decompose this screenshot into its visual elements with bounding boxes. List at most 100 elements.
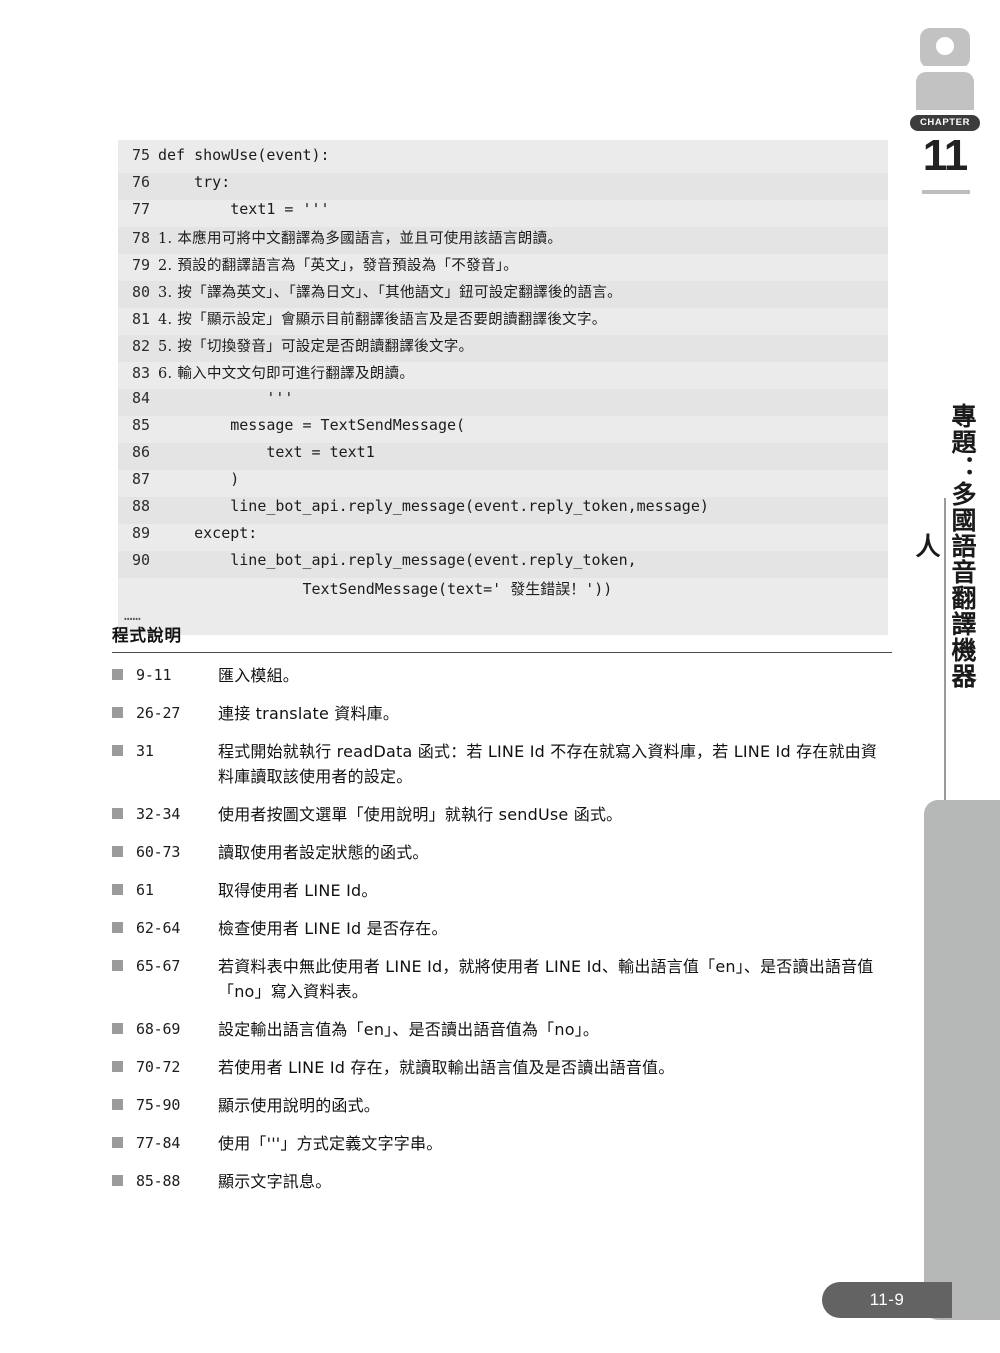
explanation-description: 連接 translate 資料庫。 <box>218 704 400 723</box>
code-line: 76 try: <box>118 173 888 200</box>
code-line-number: 80 <box>131 283 150 301</box>
code-line-number: 90 <box>131 551 150 569</box>
code-line: TextSendMessage(text=' 發生錯誤！')) <box>118 578 888 605</box>
code-line: 75 def showUse(event): <box>118 146 888 173</box>
code-line-text: except: <box>158 524 258 542</box>
explanation-description: 顯示文字訊息。 <box>218 1172 332 1191</box>
code-line-text: message = TextSendMessage( <box>158 416 466 434</box>
explanation-item: 65-67 若資料表中無此使用者 LINE Id，就將使用者 LINE Id、輸出… <box>112 954 892 1004</box>
code-line: 86 text = text1 <box>118 443 888 470</box>
explanation-line-range: 68-69 <box>136 1020 181 1038</box>
square-bullet-icon <box>112 669 123 680</box>
explanation-item: 26-27 連接 translate 資料庫。 <box>112 701 892 726</box>
square-bullet-icon <box>112 846 123 857</box>
code-line-number: 84 <box>131 389 150 407</box>
square-bullet-icon <box>112 745 123 756</box>
explanation-line-range: 9-11 <box>136 666 172 684</box>
code-line: 80 3. 按「譯為英文」、「譯為日文」、「其他語文」鈕可設定翻譯後的語言。 <box>118 281 888 308</box>
code-line-text: try: <box>158 173 231 191</box>
code-line-number: 79 <box>131 256 150 274</box>
explanation-description: 設定輸出語言值為「en」、是否讀出語音值為「no」。 <box>218 1020 600 1039</box>
explanation-item: 9-11 匯入模組。 <box>112 663 892 688</box>
code-line: 79 2. 預設的翻譯語言為「英文」，發音預設為「不發音」。 <box>118 254 888 281</box>
explanation-line-range: 65-67 <box>136 957 181 975</box>
square-bullet-icon <box>112 1099 123 1110</box>
code-line: 90 line_bot_api.reply_message(event.repl… <box>118 551 888 578</box>
explanation-line-range: 70-72 <box>136 1058 181 1076</box>
page-tab-holder: 11-9 <box>822 0 1000 1353</box>
page-number-tab: 11-9 <box>822 1282 952 1318</box>
code-line: 88 line_bot_api.reply_message(event.repl… <box>118 497 888 524</box>
square-bullet-icon <box>112 808 123 819</box>
square-bullet-icon <box>112 922 123 933</box>
square-bullet-icon <box>112 960 123 971</box>
code-line-text: 2. 預設的翻譯語言為「英文」，發音預設為「不發音」。 <box>158 258 519 274</box>
code-line: 78 1. 本應用可將中文翻譯為多國語言，並且可使用該語言朗讀。 <box>118 227 888 254</box>
explanation-description: 取得使用者 LINE Id。 <box>218 881 378 900</box>
code-line: 83 6. 輸入中文文句即可進行翻譯及朗讀。 <box>118 362 888 389</box>
code-line: 77 text1 = ''' <box>118 200 888 227</box>
explanation-description: 若使用者 LINE Id 存在，就讀取輸出語言值及是否讀出語音值。 <box>218 1058 675 1077</box>
explanation-line-range: 31 <box>136 742 154 760</box>
code-line-text: 4. 按「顯示設定」會顯示目前翻譯後語言及是否要朗讀翻譯後文字。 <box>158 312 607 328</box>
explanation-line-range: 26-27 <box>136 704 181 722</box>
code-line-number: 85 <box>131 416 150 434</box>
square-bullet-icon <box>112 1061 123 1072</box>
explanation-item: 68-69 設定輸出語言值為「en」、是否讀出語音值為「no」。 <box>112 1017 892 1042</box>
code-line-text: text = text1 <box>158 443 375 461</box>
code-line: 81 4. 按「顯示設定」會顯示目前翻譯後語言及是否要朗讀翻譯後文字。 <box>118 308 888 335</box>
code-line-number: 83 <box>131 364 150 382</box>
code-line-number: 88 <box>131 497 150 515</box>
code-line-number: 89 <box>131 524 150 542</box>
code-line-number: 81 <box>131 310 150 328</box>
explanation-item: 61 取得使用者 LINE Id。 <box>112 878 892 903</box>
chapter-rail: CHAPTER 11 專題：多國語音翻譯機器人 11-9 <box>822 0 1000 1353</box>
explanation-line-range: 85-88 <box>136 1172 181 1190</box>
code-line-number: 86 <box>131 443 150 461</box>
code-line-number: 77 <box>131 200 150 218</box>
square-bullet-icon <box>112 1023 123 1034</box>
document-page: 75 def showUse(event): 76 try: 77 text1 = '… <box>0 0 1000 1353</box>
code-line: 87 ) <box>118 470 888 497</box>
code-line: 84 ''' <box>118 389 888 416</box>
explanation-item: 62-64 檢查使用者 LINE Id 是否存在。 <box>112 916 892 941</box>
explanation-line-range: 75-90 <box>136 1096 181 1114</box>
explanation-description: 使用者按圖文選單「使用說明」就執行 sendUse 函式。 <box>218 805 623 824</box>
explanation-item: 32-34 使用者按圖文選單「使用說明」就執行 sendUse 函式。 <box>112 802 892 827</box>
code-listing: 75 def showUse(event): 76 try: 77 text1 = '… <box>118 140 888 635</box>
code-line-number: 82 <box>131 337 150 355</box>
section-divider <box>112 652 892 653</box>
explanation-description: 顯示使用說明的函式。 <box>218 1096 381 1115</box>
explanation-item: 77-84 使用「'''」方式定義文字字串。 <box>112 1131 892 1156</box>
explanation-line-range: 77-84 <box>136 1134 181 1152</box>
code-line-number: 87 <box>131 470 150 488</box>
code-line: 89 except: <box>118 524 888 551</box>
code-line-text: 1. 本應用可將中文翻譯為多國語言，並且可使用該語言朗讀。 <box>158 231 563 247</box>
code-line-number: 78 <box>131 229 150 247</box>
code-line-text: 5. 按「切換發音」可設定是否朗讀翻譯後文字。 <box>158 339 474 355</box>
code-line-text: line_bot_api.reply_message(event.reply_t… <box>158 497 709 515</box>
code-line-text: 3. 按「譯為英文」、「譯為日文」、「其他語文」鈕可設定翻譯後的語言。 <box>158 285 622 301</box>
explanation-line-range: 61 <box>136 881 154 899</box>
explanation-description: 使用「'''」方式定義文字字串。 <box>218 1134 443 1153</box>
code-line-text: text1 = ''' <box>158 200 330 218</box>
code-line-number: 75 <box>131 146 150 164</box>
program-explanation-section: 程式說明 9-11 匯入模組。 26-27 連接 translate 資料庫。 31 程式… <box>112 622 892 1207</box>
explanation-description: 若資料表中無此使用者 LINE Id，就將使用者 LINE Id、輸出語言值「e… <box>218 957 874 1001</box>
explanation-item: 75-90 顯示使用說明的函式。 <box>112 1093 892 1118</box>
code-line-text: ) <box>158 470 240 488</box>
code-line: 85 message = TextSendMessage( <box>118 416 888 443</box>
explanation-line-range: 32-34 <box>136 805 181 823</box>
code-line: 82 5. 按「切換發音」可設定是否朗讀翻譯後文字。 <box>118 335 888 362</box>
explanation-description: 匯入模組。 <box>218 666 300 685</box>
square-bullet-icon <box>112 707 123 718</box>
code-line-text: 6. 輸入中文文句即可進行翻譯及朗讀。 <box>158 366 415 382</box>
square-bullet-icon <box>112 1175 123 1186</box>
explanation-description: 程式開始就執行 readData 函式：若 LINE Id 不存在就寫入資料庫，… <box>218 742 878 786</box>
explanation-list: 9-11 匯入模組。 26-27 連接 translate 資料庫。 31 程式開始就執行… <box>112 663 892 1194</box>
square-bullet-icon <box>112 1137 123 1148</box>
section-heading: 程式說明 <box>112 626 182 645</box>
explanation-item: 70-72 若使用者 LINE Id 存在，就讀取輸出語言值及是否讀出語音值。 <box>112 1055 892 1080</box>
explanation-item: 85-88 顯示文字訊息。 <box>112 1169 892 1194</box>
explanation-line-range: 62-64 <box>136 919 181 937</box>
